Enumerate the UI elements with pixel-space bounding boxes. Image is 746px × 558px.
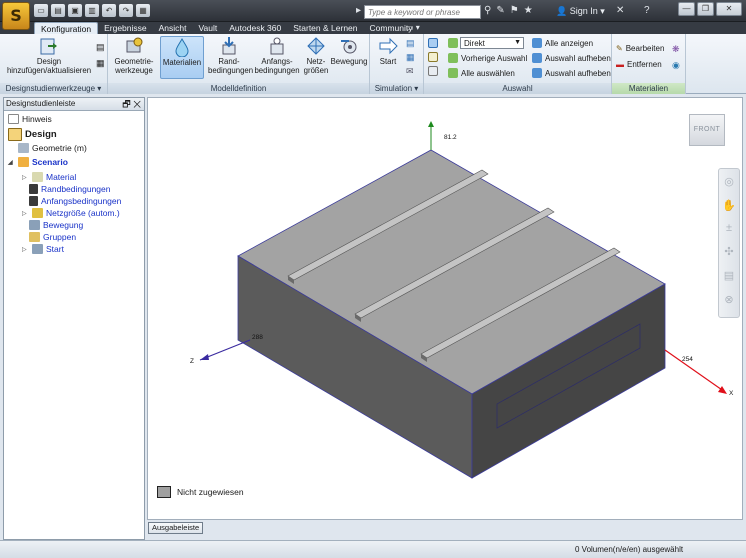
status-bar: 0 Volumen(n/e/en) ausgewählt	[0, 540, 746, 558]
settings-icon[interactable]: ⊗	[722, 293, 736, 307]
viewcube[interactable]: FRONT	[689, 114, 725, 146]
y-axis-arrow	[428, 121, 434, 127]
z-axis-value: 288	[252, 334, 263, 341]
x-axis-line	[664, 349, 726, 393]
model-view	[199, 121, 727, 479]
steering-wheel-icon[interactable]: ◎	[722, 175, 736, 189]
zoom-icon[interactable]: ±	[722, 221, 736, 235]
x-axis-value: 254	[682, 356, 693, 363]
look-at-icon[interactable]: ▤	[722, 269, 736, 283]
application-menu-button[interactable]: S	[2, 2, 30, 30]
pan-icon[interactable]: ✋	[722, 199, 736, 213]
y-axis-value: 81.2	[444, 134, 457, 141]
x-axis-arrow	[718, 386, 727, 394]
navigation-bar: ◎ ✋ ± ✣ ▤ ⊗	[718, 168, 740, 318]
status-text: 0 Volumen(n/e/en) ausgewählt	[575, 545, 684, 554]
z-axis-label: Z	[190, 358, 194, 365]
orbit-icon[interactable]: ✣	[722, 245, 736, 259]
z-axis-arrow	[200, 354, 209, 360]
legend-swatch	[157, 486, 171, 498]
output-bar-tab[interactable]: Ausgabeleiste	[148, 522, 204, 534]
material-legend: Nicht zugewiesen	[157, 486, 244, 498]
x-axis-label: X	[729, 390, 734, 397]
